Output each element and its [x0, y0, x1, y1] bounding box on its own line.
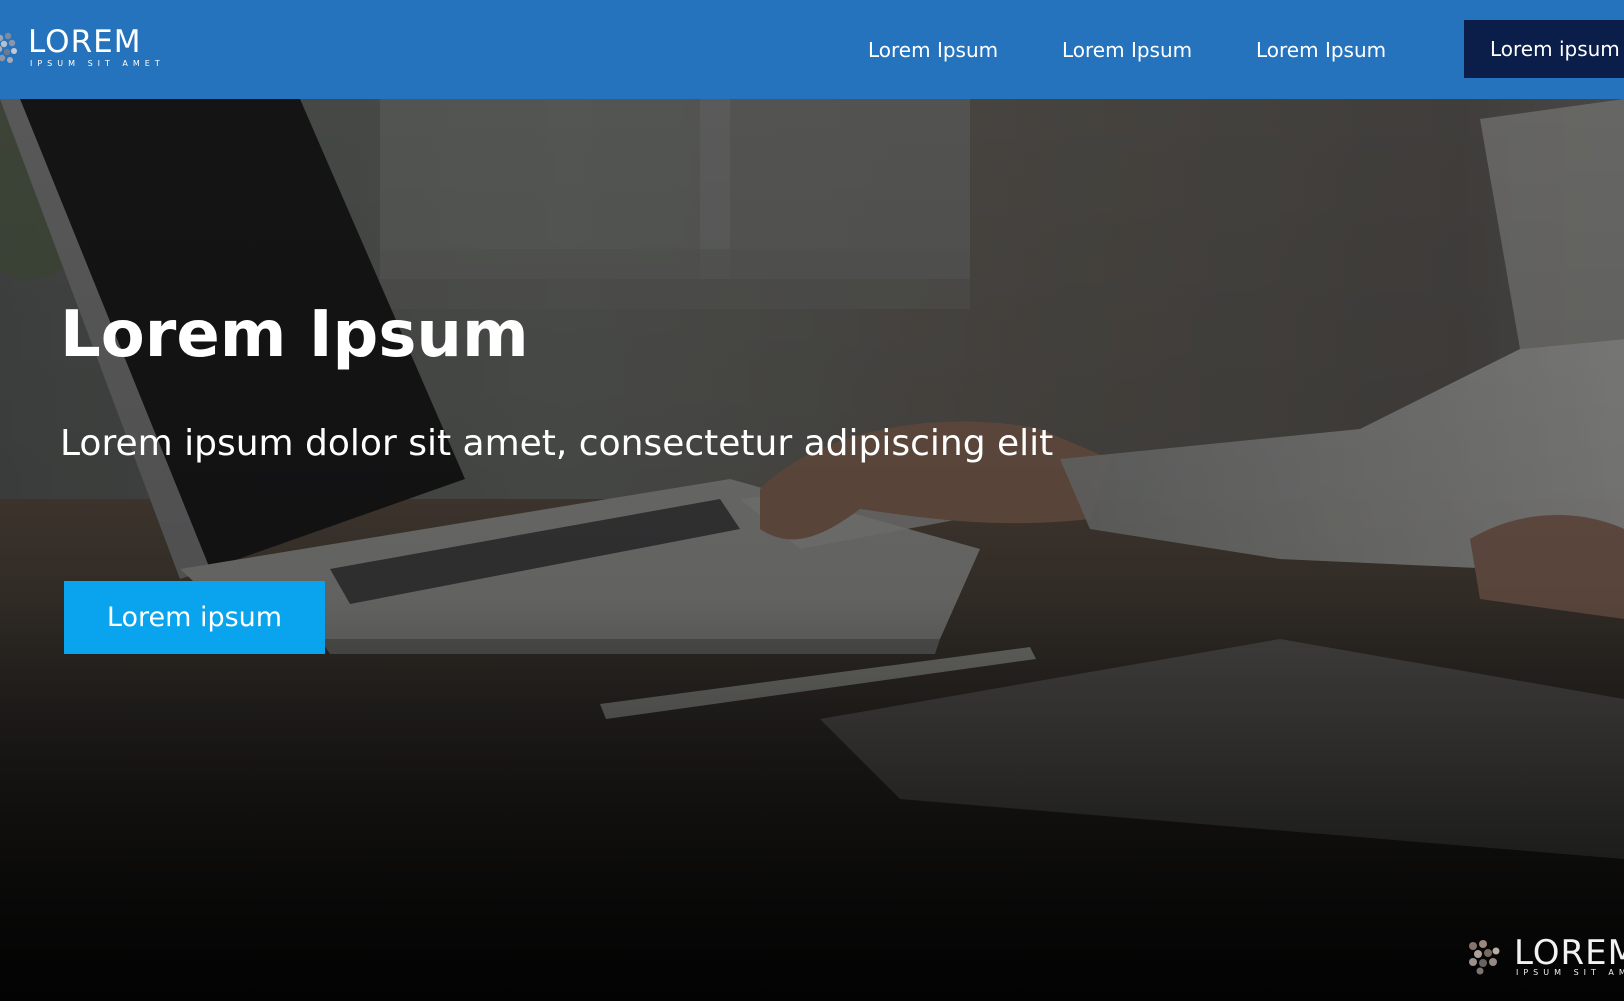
nav-link-1[interactable]: Lorem Ipsum [868, 36, 998, 64]
nav-link-3[interactable]: Lorem Ipsum [1256, 36, 1386, 64]
site-header: LOREM IPSUM SIT AMET Lorem Ipsum Lorem I… [0, 0, 1624, 99]
nav-cta-button[interactable]: Lorem ipsum [1464, 20, 1624, 78]
main-nav: Lorem Ipsum Lorem Ipsum Lorem Ipsum Lore… [0, 0, 1624, 99]
watermark-tagline: IPSUM SIT AMET [1516, 968, 1624, 977]
hero-cta-button[interactable]: Lorem ipsum [64, 581, 325, 654]
hero-section: Lorem Ipsum Lorem ipsum dolor sit amet, … [0, 99, 1624, 1001]
hero-subtitle: Lorem ipsum dolor sit amet, consectetur … [60, 423, 1054, 464]
nav-link-2[interactable]: Lorem Ipsum [1062, 36, 1192, 64]
watermark-wordmark: LOREM [1514, 933, 1624, 973]
hexagon-cluster-icon [1469, 940, 1500, 975]
hero-title: Lorem Ipsum [60, 298, 529, 372]
hero-background-image [0, 99, 1624, 1001]
landing-page: LOREM IPSUM SIT AMET Lorem Ipsum Lorem I… [0, 0, 1624, 1001]
